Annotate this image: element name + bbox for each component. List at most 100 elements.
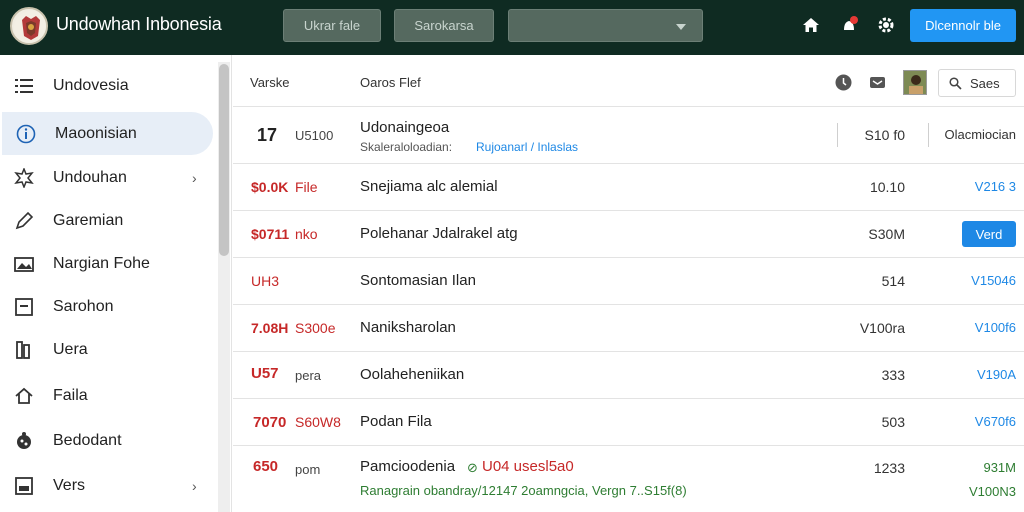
row-detail-link[interactable]: Rujoanarl / Inlaslas [476, 140, 578, 154]
chevron-right-icon: › [192, 169, 197, 186]
row-name: Snejiama alc alemial [360, 178, 498, 195]
row-code: 7070 [253, 414, 287, 431]
shield-icon: ⊘ [467, 460, 478, 475]
table-row[interactable]: $0711 nko Polehanar Jdalrakel atg S30M V… [233, 211, 1024, 258]
column-header-1[interactable]: Varske [250, 75, 290, 90]
app-title: Undowhan Inbonesia [56, 14, 222, 34]
info-icon [16, 124, 36, 144]
home-icon [14, 386, 34, 406]
row-name: Sontomasian Ilan [360, 272, 476, 289]
primary-action-button[interactable]: Dlcennolr ble [910, 9, 1016, 42]
row-name: Podan Fila [360, 413, 432, 430]
table-header: Varske Oaros Flef Saes [233, 55, 1024, 107]
sidebar-item-0[interactable]: Undovesia [0, 64, 215, 107]
header-button-2[interactable]: Sarokarsa [394, 9, 494, 42]
row-code: 17 [257, 125, 278, 145]
home-icon[interactable] [800, 14, 822, 36]
header-dropdown[interactable] [508, 9, 703, 42]
sidebar-item-label: Undovesia [53, 76, 129, 94]
column-divider [928, 123, 929, 147]
row-value: S10 f0 [864, 127, 905, 143]
row-code: 650 [253, 458, 279, 475]
book-icon [14, 340, 34, 360]
row-detail[interactable]: Ranagrain obandray/12147 2oamngcia, Verg… [360, 483, 687, 498]
row-value: 514 [881, 273, 905, 289]
row-code: $0.0K [251, 179, 289, 195]
table-row[interactable]: U57 pera Oolaheheniikan 333 V190A [233, 352, 1024, 399]
sidebar-item-label: Bedodant [53, 431, 122, 449]
sidebar-item-6[interactable]: Uera [0, 328, 215, 371]
table-row[interactable]: 7070 S60W8 Podan Fila 503 V670f6 [233, 399, 1024, 446]
message-icon[interactable] [869, 74, 886, 91]
image-icon [14, 254, 34, 274]
sidebar-item-8[interactable]: Bedodant [0, 419, 215, 462]
palette-icon [14, 431, 34, 451]
row-value: 503 [881, 414, 905, 430]
sidebar-item-9[interactable]: Vers › [0, 464, 215, 507]
app-logo[interactable] [10, 7, 48, 45]
row-version: Olacmiocian [944, 127, 1016, 142]
row-sub: U5100 [295, 128, 334, 143]
sidebar-item-label: Garemian [53, 211, 124, 229]
row-version: V100f6 [974, 320, 1016, 335]
sidebar-item-label: Maoonisian [55, 124, 137, 142]
row-code: UH3 [251, 273, 280, 289]
table-row[interactable]: 650 pom Pamcioodenia ⊘ U04 usesl5a0 Rana… [233, 446, 1024, 512]
chevron-right-icon: › [192, 477, 197, 494]
list-icon [14, 76, 34, 96]
sidebar-item-3[interactable]: Garemian [0, 199, 215, 242]
sidebar-item-7[interactable]: Faila [0, 374, 215, 417]
column-header-2[interactable]: Oaros Flef [360, 75, 421, 90]
notification-icon[interactable] [839, 14, 861, 36]
row-code: U57 [251, 365, 279, 382]
row-name: Oolaheheniikan [360, 366, 465, 383]
row-version: V15046 [971, 273, 1016, 288]
avatar[interactable] [903, 70, 927, 95]
box-icon [14, 297, 34, 317]
clock-icon[interactable] [835, 74, 852, 91]
table-row[interactable]: $0.0K File Snejiama alc alemial 10.10 V2… [233, 164, 1024, 211]
row-name: Polehanar Jdalrakel atg [360, 225, 518, 242]
row-detail-prefix: Skaleraloloadian: [360, 140, 453, 154]
row-sub: S300e [295, 320, 336, 336]
main-panel: Varske Oaros Flef Saes 17 U5100 Udonaing… [233, 55, 1024, 512]
verify-button[interactable]: Verd [962, 221, 1016, 247]
row-name: Udonaingeoa [360, 119, 450, 136]
row-code: 7.08H [251, 320, 289, 336]
row-sub: S60W8 [295, 414, 341, 430]
row-value: S30M [868, 226, 905, 242]
sidebar-item-4[interactable]: Nargian Fohe [0, 242, 215, 285]
row-version: V670f6 [974, 414, 1016, 429]
row-value: 333 [881, 367, 905, 383]
sidebar-item-label: Nargian Fohe [53, 254, 150, 272]
sidebar-item-1[interactable]: Maoonisian [2, 112, 213, 155]
table-row[interactable]: 17 U5100 Udonaingeoa Skaleraloloadian: R… [233, 107, 1024, 164]
row-name: Pamcioodenia [360, 458, 456, 475]
row-value: 10.10 [869, 179, 905, 195]
row-name-suffix: U04 usesl5a0 [482, 458, 574, 475]
row-name: Naniksharolan [360, 319, 456, 336]
header-button-1[interactable]: Ukrar fale [283, 9, 381, 42]
search-button-label: Saes [970, 75, 1000, 91]
top-bar: Undowhan Inbonesia Ukrar fale Sarokarsa … [0, 0, 1024, 55]
row-sub: nko [295, 226, 318, 242]
row-sub: File [295, 179, 318, 195]
sidebar-item-2[interactable]: Undouhan › [0, 156, 215, 199]
settings-icon [14, 167, 34, 188]
sidebar-item-label: Vers [53, 476, 86, 494]
row-code: $0711 [251, 226, 290, 242]
table-row[interactable]: 7.08H S300e Naniksharolan V100ra V100f6 [233, 305, 1024, 352]
row-value: 1233 [873, 460, 905, 476]
table-row[interactable]: UH3 Sontomasian Ilan 514 V15046 [233, 258, 1024, 305]
sidebar-item-label: Uera [53, 340, 88, 358]
sidebar-item-5[interactable]: Sarohon [0, 285, 215, 328]
row-value-secondary: 931M [983, 460, 1016, 475]
sidebar-scroll-thumb[interactable] [219, 64, 229, 256]
search-button[interactable]: Saes [938, 69, 1016, 97]
gear-icon[interactable] [875, 14, 897, 36]
pen-icon [14, 211, 34, 231]
row-version: V100N3 [969, 484, 1016, 499]
sidebar: Undovesia Maoonisian Undouhan › Garemian… [0, 55, 232, 512]
sidebar-item-label: Sarohon [53, 297, 114, 315]
row-sub: pom [295, 462, 321, 477]
